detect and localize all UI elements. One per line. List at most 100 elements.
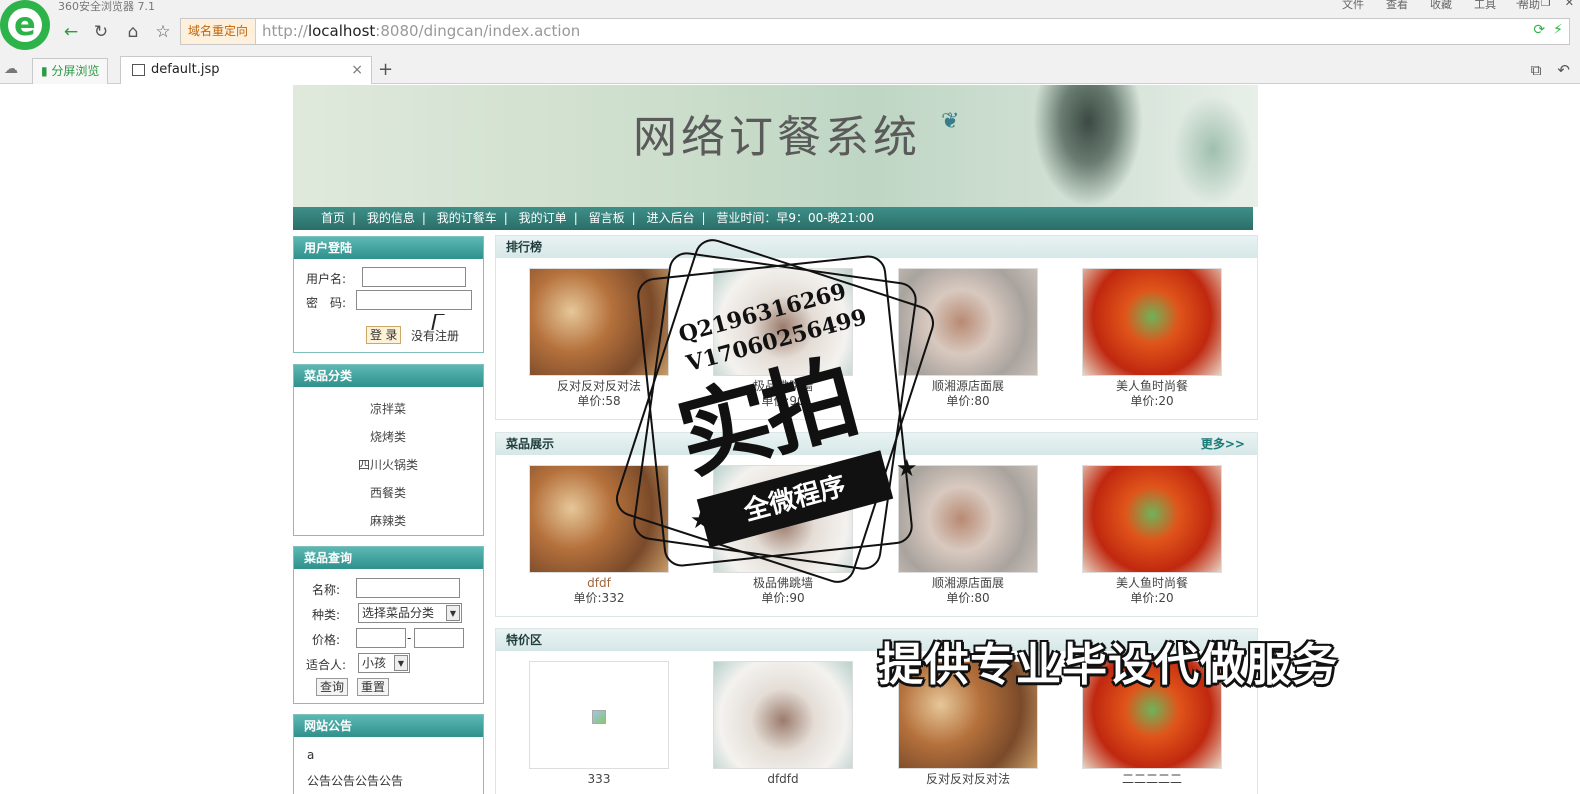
login-panel: 用户登陆 用户名: 密 码: 登 录 没有注册 bbox=[293, 236, 484, 353]
nav-home[interactable]: 首页 bbox=[321, 211, 345, 225]
showcase-item[interactable]: 美人鱼时尚餐 单价:20 bbox=[1082, 465, 1222, 606]
redirect-tag[interactable]: 域名重定向 bbox=[181, 19, 257, 44]
suitable-select[interactable]: 小孩 ▼ bbox=[358, 653, 410, 673]
tab-default-jsp[interactable]: default.jsp × bbox=[120, 56, 372, 84]
cloud-icon[interactable]: ☁ bbox=[4, 61, 18, 77]
dish-image[interactable] bbox=[1082, 268, 1222, 376]
nav-my-info[interactable]: 我的信息 bbox=[367, 211, 415, 225]
ranking-item[interactable]: 反对反对反对法 单价:58 bbox=[529, 268, 669, 409]
minimize-button[interactable]: — bbox=[1516, 0, 1527, 9]
refresh-spinner-icon[interactable]: ⟳ bbox=[1533, 22, 1545, 38]
home-icon[interactable]: ⌂ bbox=[122, 21, 144, 43]
notice-item[interactable]: a bbox=[307, 748, 314, 762]
site-nav: 首页 | 我的信息 | 我的订餐车 | 我的订单 | 留言板 | 进入后台 | 营业时间：早… bbox=[293, 207, 1253, 230]
page-favicon-icon bbox=[132, 64, 145, 76]
dish-image[interactable] bbox=[898, 465, 1038, 573]
more-link[interactable]: 更多>> bbox=[1201, 433, 1245, 455]
broken-image-icon[interactable] bbox=[529, 661, 669, 769]
category-item[interactable]: 烧烤类 bbox=[294, 423, 482, 451]
price-min-input[interactable] bbox=[356, 628, 406, 648]
showcase-header: 菜品展示 更多>> bbox=[496, 433, 1257, 455]
dish-image[interactable] bbox=[529, 268, 669, 376]
nav-message-board[interactable]: 留言板 bbox=[589, 211, 625, 225]
dish-price: 单价:80 bbox=[946, 394, 990, 408]
browser-menu: 文件 查看 收藏 工具 帮助 bbox=[1342, 0, 1540, 12]
dish-name: 二二二二二 bbox=[1121, 772, 1182, 786]
lightning-icon[interactable]: ⚡ bbox=[1553, 22, 1563, 38]
dish-name: 反对反对反对法 bbox=[556, 379, 641, 393]
login-button[interactable]: 登 录 bbox=[366, 326, 402, 344]
notice-item[interactable]: 公告公告公告公告 bbox=[307, 772, 403, 789]
menu-favorites[interactable]: 收藏 bbox=[1430, 0, 1452, 12]
dish-name: 极品佛跳墙 bbox=[752, 379, 813, 393]
url-text[interactable]: http://localhost:8080/dingcan/index.acti… bbox=[262, 19, 580, 44]
maximize-button[interactable]: ❐ bbox=[1541, 0, 1551, 9]
ranking-item[interactable]: 极品佛跳墙 单价:90 bbox=[713, 268, 853, 409]
dish-price: 单价:90 bbox=[761, 394, 805, 408]
back-arrow-icon[interactable]: ← bbox=[60, 21, 82, 43]
menu-tools[interactable]: 工具 bbox=[1474, 0, 1496, 12]
category-item[interactable]: 四川火锅类 bbox=[294, 451, 482, 479]
navigation-bar: ← ↻ ⌂ ☆ 域名重定向 http://localhost:8080/ding… bbox=[56, 18, 1580, 46]
category-item[interactable]: 凉拌菜 bbox=[294, 395, 482, 423]
reload-icon[interactable]: ↻ bbox=[90, 21, 112, 43]
showcase-item[interactable]: 顺湘源店面展 单价:80 bbox=[898, 465, 1038, 606]
dish-price: 单价:58 bbox=[577, 394, 621, 408]
notice-header: 网站公告 bbox=[294, 715, 483, 737]
dropdown-arrow-icon: ▼ bbox=[394, 655, 408, 671]
tab-tools: ⧉ ↶ bbox=[1531, 61, 1570, 79]
category-select[interactable]: 选择菜品分类 ▼ bbox=[358, 603, 462, 623]
reset-button[interactable]: 重置 bbox=[357, 678, 390, 696]
notice-panel: 网站公告 a 公告公告公告公告 bbox=[293, 714, 484, 794]
banner-tree-image bbox=[1173, 95, 1253, 205]
new-tab-icon[interactable]: + bbox=[378, 59, 393, 80]
query-button[interactable]: 查询 bbox=[316, 678, 349, 696]
undo-close-icon[interactable]: ↶ bbox=[1557, 61, 1570, 79]
showcase-item[interactable]: dfdf 单价:332 bbox=[529, 465, 669, 606]
dish-name: 反对反对反对法 bbox=[925, 772, 1010, 786]
dish-image[interactable] bbox=[529, 465, 669, 573]
dish-image[interactable] bbox=[713, 465, 853, 573]
dish-name: 333 bbox=[587, 772, 611, 786]
special-item[interactable]: 333 bbox=[529, 661, 669, 787]
close-window-button[interactable]: ✕ bbox=[1565, 0, 1574, 9]
category-header: 菜品分类 bbox=[294, 365, 483, 387]
nav-admin[interactable]: 进入后台 bbox=[646, 211, 694, 225]
tab-label: default.jsp bbox=[151, 62, 220, 77]
showcase-section: 菜品展示 更多>> dfdf 单价:332 极品佛跳墙 单价:90 顺湘源店面展… bbox=[495, 432, 1258, 617]
category-list: 凉拌菜 烧烤类 四川火锅类 西餐类 麻辣类 bbox=[294, 395, 482, 535]
dish-name-input[interactable] bbox=[356, 578, 460, 598]
dish-image[interactable] bbox=[713, 268, 853, 376]
window-buttons: — ❐ ✕ bbox=[1516, 0, 1574, 9]
price-max-input[interactable] bbox=[414, 628, 464, 648]
username-input[interactable] bbox=[362, 267, 466, 287]
dish-name: dfdfd bbox=[767, 772, 799, 786]
dish-image[interactable] bbox=[713, 661, 853, 769]
nav-my-orders[interactable]: 我的订单 bbox=[519, 211, 567, 225]
ranking-item[interactable]: 美人鱼时尚餐 单价:20 bbox=[1082, 268, 1222, 409]
browser-title: 360安全浏览器 7.1 bbox=[58, 0, 155, 13]
dish-name: 顺湘源店面展 bbox=[931, 576, 1004, 590]
category-item[interactable]: 麻辣类 bbox=[294, 507, 482, 535]
dish-image[interactable] bbox=[898, 268, 1038, 376]
menu-file[interactable]: 文件 bbox=[1342, 0, 1364, 12]
close-tab-icon[interactable]: × bbox=[351, 57, 363, 83]
special-item[interactable]: dfdfd bbox=[713, 661, 853, 787]
password-input[interactable] bbox=[356, 290, 472, 310]
dish-image[interactable] bbox=[1082, 465, 1222, 573]
tab-list-icon[interactable]: ⧉ bbox=[1531, 61, 1542, 79]
site-title: 网络订餐系统 bbox=[633, 112, 921, 163]
nav-my-cart[interactable]: 我的订餐车 bbox=[437, 211, 497, 225]
category-item[interactable]: 西餐类 bbox=[294, 479, 482, 507]
star-icon[interactable]: ☆ bbox=[152, 21, 174, 43]
dish-name: 美人鱼时尚餐 bbox=[1115, 379, 1188, 393]
tab-split-screen[interactable]: ▮ 分屏浏览 bbox=[32, 58, 109, 84]
ranking-item[interactable]: 顺湘源店面展 单价:80 bbox=[898, 268, 1038, 409]
price-separator: - bbox=[407, 631, 412, 645]
showcase-item[interactable]: 极品佛跳墙 单价:90 bbox=[713, 465, 853, 606]
page-viewport: 网络订餐系统 ❦ 首页 | 我的信息 | 我的订餐车 | 我的订单 | 留言板 | 进入后… bbox=[0, 85, 1580, 794]
menu-view[interactable]: 查看 bbox=[1386, 0, 1408, 12]
address-bar[interactable]: 域名重定向 http://localhost:8080/dingcan/inde… bbox=[180, 18, 1570, 45]
type-label: 种类: bbox=[312, 608, 341, 622]
search-panel: 菜品查询 名称: 种类: 选择菜品分类 ▼ 价格: - 适合人: 小孩 ▼ 查询 重… bbox=[293, 546, 484, 704]
